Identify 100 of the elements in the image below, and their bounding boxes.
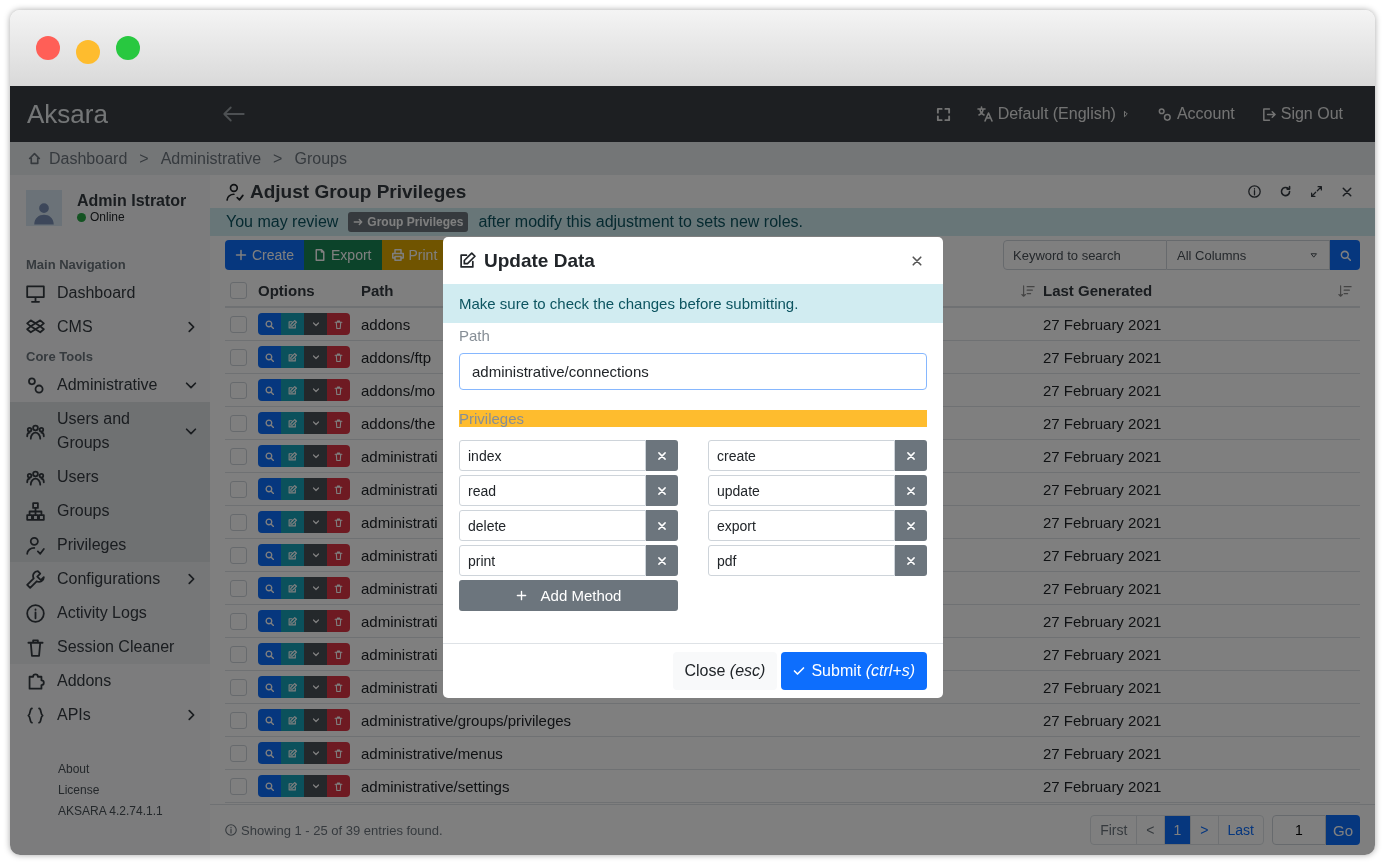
remove-button[interactable] bbox=[895, 510, 927, 541]
breadcrumb-link[interactable]: Groups bbox=[294, 149, 347, 168]
dropdown-button[interactable] bbox=[304, 577, 327, 599]
delete-button[interactable] bbox=[327, 742, 350, 764]
remove-button[interactable] bbox=[895, 475, 927, 506]
go-button[interactable]: Go bbox=[1326, 815, 1360, 845]
view-button[interactable] bbox=[258, 676, 281, 698]
row-checkbox[interactable] bbox=[230, 546, 247, 564]
sidebar-item[interactable]: Users and Groups bbox=[10, 402, 210, 460]
pagination-link[interactable]: 1 bbox=[1163, 816, 1191, 844]
privilege-field[interactable]: update bbox=[708, 475, 895, 506]
view-button[interactable] bbox=[258, 478, 281, 500]
sidebar-item[interactable]: Activity Logs bbox=[10, 596, 210, 630]
view-button[interactable] bbox=[258, 412, 281, 434]
row-checkbox[interactable] bbox=[230, 678, 247, 696]
dropdown-button[interactable] bbox=[304, 445, 327, 467]
delete-button[interactable] bbox=[327, 379, 350, 401]
breadcrumb-link[interactable]: Administrative bbox=[160, 149, 262, 168]
view-button[interactable] bbox=[258, 742, 281, 764]
search-field[interactable]: Keyword to search bbox=[1003, 240, 1167, 270]
delete-button[interactable] bbox=[327, 511, 350, 533]
dropdown-button[interactable] bbox=[304, 775, 327, 797]
dropdown-button[interactable] bbox=[304, 610, 327, 632]
sidebar-item[interactable]: Addons bbox=[10, 664, 210, 698]
delete-button[interactable] bbox=[327, 544, 350, 566]
row-checkbox[interactable] bbox=[230, 480, 247, 498]
privilege-field[interactable]: index bbox=[459, 440, 646, 471]
row-checkbox[interactable] bbox=[230, 381, 247, 399]
privilege-field[interactable]: read bbox=[459, 475, 646, 506]
column-header[interactable]: Options bbox=[258, 282, 315, 299]
delete-button[interactable] bbox=[327, 445, 350, 467]
pagination-link[interactable]: > bbox=[1190, 816, 1218, 844]
remove-button[interactable] bbox=[646, 440, 678, 471]
column-header[interactable]: Last Generated bbox=[1043, 282, 1153, 299]
sign-out-button[interactable]: Sign Out bbox=[1254, 101, 1349, 127]
window-zoom-dot[interactable] bbox=[116, 36, 140, 60]
select-all-checkbox[interactable] bbox=[230, 282, 247, 299]
privilege-field[interactable]: print bbox=[459, 545, 646, 576]
edit-button[interactable] bbox=[281, 379, 304, 401]
add-method-button[interactable]: Add Method bbox=[459, 580, 678, 611]
sidebar-item[interactable]: Users bbox=[10, 460, 210, 494]
edit-button[interactable] bbox=[281, 478, 304, 500]
view-button[interactable] bbox=[258, 544, 281, 566]
edit-button[interactable] bbox=[281, 775, 304, 797]
edit-button[interactable] bbox=[281, 412, 304, 434]
dropdown-button[interactable] bbox=[304, 478, 327, 500]
view-button[interactable] bbox=[258, 346, 281, 368]
sidebar-item[interactable]: Groups bbox=[10, 494, 210, 528]
edit-button[interactable] bbox=[281, 511, 304, 533]
row-checkbox[interactable] bbox=[230, 579, 247, 597]
view-button[interactable] bbox=[258, 610, 281, 632]
edit-button[interactable] bbox=[281, 346, 304, 368]
view-button[interactable] bbox=[258, 511, 281, 533]
delete-button[interactable] bbox=[327, 346, 350, 368]
privilege-field[interactable]: pdf bbox=[708, 545, 895, 576]
edit-button[interactable] bbox=[281, 709, 304, 731]
submit-button[interactable]: Submit (ctrl+s) bbox=[781, 652, 927, 690]
edit-button[interactable] bbox=[281, 610, 304, 632]
row-checkbox[interactable] bbox=[230, 645, 247, 663]
dropdown-button[interactable] bbox=[304, 313, 327, 335]
dropdown-button[interactable] bbox=[304, 346, 327, 368]
remove-button[interactable] bbox=[895, 440, 927, 471]
sidebar-item[interactable]: CMS bbox=[10, 310, 210, 344]
view-button[interactable] bbox=[258, 379, 281, 401]
view-button[interactable] bbox=[258, 709, 281, 731]
column-header[interactable]: Path bbox=[361, 282, 394, 299]
delete-button[interactable] bbox=[327, 478, 350, 500]
dropdown-button[interactable] bbox=[304, 544, 327, 566]
dropdown-button[interactable] bbox=[304, 412, 327, 434]
edit-button[interactable] bbox=[281, 445, 304, 467]
remove-button[interactable] bbox=[646, 475, 678, 506]
app-logo[interactable]: Aksara bbox=[27, 98, 215, 130]
breadcrumb-link[interactable]: Dashboard bbox=[49, 149, 128, 168]
row-checkbox[interactable] bbox=[230, 777, 247, 795]
delete-button[interactable] bbox=[327, 643, 350, 665]
edit-button[interactable] bbox=[281, 313, 304, 335]
delete-button[interactable] bbox=[327, 313, 350, 335]
page-number-field[interactable]: 1 bbox=[1272, 815, 1326, 845]
row-checkbox[interactable] bbox=[230, 612, 247, 630]
dropdown-button[interactable] bbox=[304, 379, 327, 401]
window-close-dot[interactable] bbox=[36, 36, 60, 60]
sidebar-item[interactable]: Configurations bbox=[10, 562, 210, 596]
dropdown-button[interactable] bbox=[304, 511, 327, 533]
delete-button[interactable] bbox=[327, 709, 350, 731]
edit-button[interactable] bbox=[281, 643, 304, 665]
view-button[interactable] bbox=[258, 313, 281, 335]
row-checkbox[interactable] bbox=[230, 348, 247, 366]
path-field[interactable]: administrative/connections bbox=[459, 353, 927, 390]
edit-button[interactable] bbox=[281, 577, 304, 599]
edit-button[interactable] bbox=[281, 742, 304, 764]
privilege-field[interactable]: delete bbox=[459, 510, 646, 541]
sidebar-item[interactable]: Administrative bbox=[10, 368, 210, 402]
language-button[interactable]: Default (English) bbox=[970, 101, 1137, 127]
footer-link[interactable]: About bbox=[58, 762, 210, 776]
sidebar-item[interactable]: APIs bbox=[10, 698, 210, 732]
edit-button[interactable] bbox=[281, 544, 304, 566]
edit-button[interactable] bbox=[281, 676, 304, 698]
export-button[interactable]: Export bbox=[304, 240, 382, 270]
sidebar-item[interactable]: Privileges bbox=[10, 528, 210, 562]
window-minimize-dot[interactable] bbox=[76, 39, 100, 64]
